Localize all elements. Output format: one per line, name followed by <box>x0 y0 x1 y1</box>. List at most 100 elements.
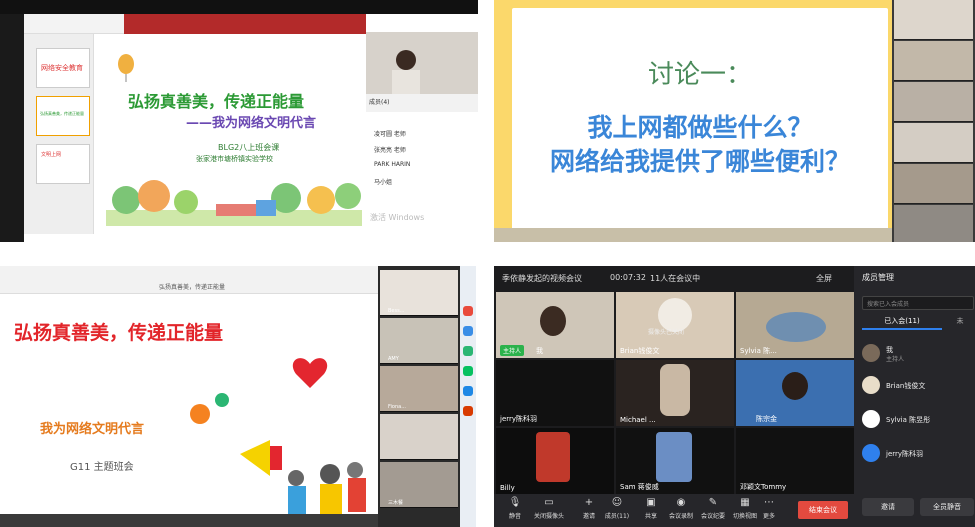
more-button[interactable]: ⋯ 更多 <box>756 497 782 520</box>
participant-count: 11人在会议中 <box>650 274 701 283</box>
video-tile[interactable] <box>380 414 458 460</box>
meeting-timer: 00:07:32 <box>610 273 646 282</box>
slide-subtitle: ——我为网络文明代言 <box>186 116 317 131</box>
video-gallery <box>892 0 975 242</box>
panel-title: 成员管理 <box>862 273 894 282</box>
slide-thumb-2[interactable]: 弘扬真善美，传递正能量 <box>36 96 90 136</box>
question-1: 我上网都做些什么？ <box>587 113 813 142</box>
slide-card: 讨论一： 我上网都做些什么？ 网络给我提供了哪些便利？ <box>512 8 888 230</box>
fullscreen-button[interactable]: 全屏 <box>816 273 832 284</box>
video-tile[interactable] <box>894 123 973 163</box>
megaphone-illustration <box>190 358 366 514</box>
slide-title: 弘扬真善美，传递正能量 <box>128 92 305 111</box>
video-tile[interactable]: 陈宗金 <box>736 360 854 426</box>
slide-footer <box>0 514 384 527</box>
video-tile[interactable]: Bess... <box>380 270 458 316</box>
invite-panel-button[interactable]: 邀请 <box>862 498 914 516</box>
video-tile[interactable] <box>894 41 973 81</box>
video-tile[interactable] <box>894 0 973 40</box>
bottom-strip <box>494 228 894 242</box>
app-icon[interactable] <box>463 306 473 316</box>
slide-thumb-1[interactable]: 网络安全教育 <box>36 48 90 88</box>
video-tile[interactable]: AMY <box>380 318 458 364</box>
video-tile[interactable]: Michael ... <box>616 360 734 426</box>
tab-other[interactable]: 未 <box>946 316 974 326</box>
video-tile[interactable] <box>894 82 973 122</box>
meeting-title[interactable]: 季依静发起的视频会议 <box>502 273 582 284</box>
teacher-camera-tile <box>366 32 478 94</box>
video-tile[interactable]: Fiona... <box>380 366 458 412</box>
members-panel: 成员管理 搜索已入会成员 已入会(11) 未 我 主持人 Brian钱俊文 Sy… <box>854 266 975 527</box>
window-topbar <box>0 0 478 14</box>
video-tile[interactable]: 摄像头已关闭 Brian钱俊文 <box>616 292 734 358</box>
screenshot-video-meeting: 季依静发起的视频会议 00:07:32 11人在会议中 全屏 主持人 我 摄像头… <box>494 266 975 527</box>
member-item[interactable]: Sylvia 陈昱彤 <box>862 408 974 432</box>
slide-school: 张家港市塘桥镇实验学校 <box>196 155 273 163</box>
meeting-sidebar: 成员(4) 凌可圆 老师 张亮亮 老师 PARK HARIN 马小姐 <box>366 14 478 242</box>
record-button[interactable]: ◉ 会议录制 <box>664 497 698 520</box>
avatar <box>862 344 880 362</box>
record-icon: ◉ <box>676 497 686 508</box>
member-item[interactable]: Brian钱俊文 <box>862 374 974 398</box>
mute-all-button[interactable]: 全员静音 <box>920 498 974 516</box>
video-tile[interactable]: Sam 蒋俊威 <box>616 428 734 494</box>
slide-thumb-3[interactable]: 文明上网 <box>36 144 90 184</box>
trees-illustration <box>106 180 362 226</box>
member-item[interactable]: 我 主持人 <box>862 342 974 366</box>
ppt-window: 网络安全教育 弘扬真善美，传递正能量 文明上网 弘扬真善美，传递正能量 ——我为… <box>24 14 382 242</box>
screenshot-ppt-sharing: 网络安全教育 弘扬真善美，传递正能量 文明上网 弘扬真善美，传递正能量 ——我为… <box>0 0 478 242</box>
notes-icon: ✎ <box>708 497 718 508</box>
member-search-input[interactable]: 搜索已入会成员 <box>862 296 974 310</box>
video-tile[interactable]: Sylvia 陈... <box>736 292 854 358</box>
member-item[interactable]: jerry陈科羽 <box>862 442 974 466</box>
app-icon[interactable] <box>463 366 473 376</box>
more-icon: ⋯ <box>764 497 774 508</box>
host-badge: 主持人 <box>500 345 525 356</box>
screenshot-discussion-slide: 讨论一： 我上网都做些什么？ 网络给我提供了哪些便利？ <box>494 0 975 242</box>
camera-icon: ▭ <box>544 497 554 508</box>
slide-canvas: 弘扬真善美，传递正能量 我为网络文明代言 G11 主题班会 <box>0 294 384 514</box>
video-tile[interactable]: 邓颖文Tommy <box>736 428 854 494</box>
avatar <box>862 444 880 462</box>
video-tile[interactable]: Billy <box>496 428 614 494</box>
tab-joined[interactable]: 已入会(11) <box>862 316 942 330</box>
app-icon[interactable] <box>463 386 473 396</box>
app-icon[interactable] <box>463 326 473 336</box>
slide-thumbnail-panel: 网络安全教育 弘扬真善美，传递正能量 文明上网 <box>24 34 94 234</box>
discussion-title: 讨论一： <box>647 60 752 90</box>
end-meeting-button[interactable]: 结束会议 <box>798 501 848 519</box>
mute-button[interactable]: 🎙 静音 <box>498 497 532 520</box>
video-grid: 主持人 我 摄像头已关闭 Brian钱俊文 Sylvia 陈... jerry陈… <box>494 290 854 494</box>
person-video <box>366 32 478 94</box>
window-header: 弘扬真善美，传递正能量 <box>0 266 384 294</box>
camera-button[interactable]: ▭ 关闭摄像头 <box>532 497 566 520</box>
members-icon: ☺ <box>611 497 623 508</box>
share-button[interactable]: ▣ 共享 <box>634 497 668 520</box>
windows-watermark: 激活 Windows <box>370 213 425 222</box>
member-row[interactable]: 凌可圆 老师 <box>366 126 478 140</box>
video-tile[interactable] <box>894 205 973 242</box>
avatar <box>862 376 880 394</box>
video-tile[interactable]: 三木餐 <box>380 462 458 508</box>
video-tile[interactable] <box>894 164 973 204</box>
video-gallery: Bess... AMY Fiona... 三木餐 <box>378 266 460 527</box>
mic-icon: 🎙 <box>508 497 522 508</box>
slide-subtitle: 我为网络文明代言 <box>40 422 145 437</box>
app-icon[interactable] <box>463 406 473 416</box>
slide-class: G11 主题班会 <box>70 462 134 473</box>
thumb-title: 文明上网 <box>41 152 62 158</box>
ppt-ribbon <box>24 14 382 34</box>
thumb-title: 网络安全教育 <box>41 64 83 72</box>
meeting-share-toolbar[interactable] <box>124 14 382 34</box>
member-row[interactable]: 张亮亮 老师 <box>366 142 478 156</box>
member-row[interactable]: PARK HARIN <box>366 158 478 172</box>
app-icon[interactable] <box>463 346 473 356</box>
member-row[interactable]: 马小姐 <box>366 174 478 188</box>
video-tile-self[interactable]: 主持人 我 <box>496 292 614 358</box>
members-button[interactable]: ☺ 成员(11) <box>600 497 634 520</box>
members-header: 成员(4) <box>366 94 478 112</box>
video-tile[interactable]: jerry陈科羽 <box>496 360 614 426</box>
share-icon: ▣ <box>646 497 656 508</box>
notes-button[interactable]: ✎ 会议纪要 <box>696 497 730 520</box>
meeting-topbar: 季依静发起的视频会议 00:07:32 11人在会议中 全屏 <box>494 266 854 290</box>
